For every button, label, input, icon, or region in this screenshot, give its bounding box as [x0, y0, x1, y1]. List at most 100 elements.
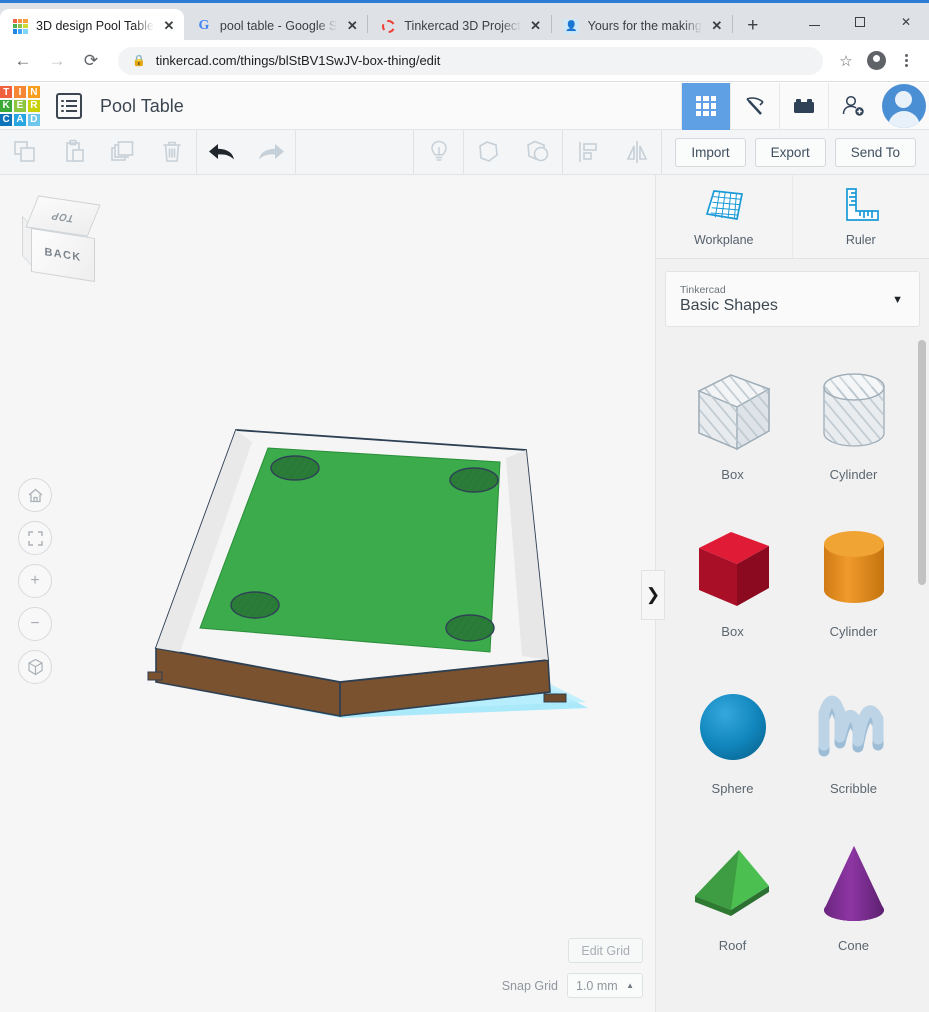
sphere-icon [681, 675, 785, 779]
panel-collapse-handle[interactable]: ❯ [641, 570, 665, 620]
shape-item-cone[interactable]: Cone [793, 816, 914, 969]
pool-table-model[interactable] [140, 420, 590, 740]
lightbulb-icon[interactable] [414, 130, 463, 175]
redo-arrow-icon[interactable] [246, 130, 295, 175]
copy-icon[interactable] [0, 130, 49, 175]
scribble-icon [802, 675, 906, 779]
add-person-icon[interactable] [828, 82, 877, 130]
duplicate-icon[interactable] [98, 130, 147, 175]
cone-icon [802, 832, 906, 936]
page-title[interactable]: Pool Table [100, 96, 184, 117]
ungroup-shapes-icon[interactable] [513, 130, 562, 175]
tinkercad-logo[interactable]: T I N K E R C A D [0, 86, 40, 126]
close-icon[interactable]: ✕ [527, 17, 545, 35]
fit-brackets-icon[interactable] [18, 521, 52, 555]
shape-label: Roof [718, 938, 747, 953]
panel-tools: Workplane Ruler [656, 175, 929, 259]
shapes-scroll-area[interactable]: Box Cylinder Box Cylinder Sphere Scribbl… [656, 337, 929, 1012]
reload-icon[interactable]: ⟳ [76, 46, 106, 76]
shape-item-half-sphere[interactable] [672, 973, 793, 1012]
tabstrip: 3D design Pool Table ✕ G pool table - Go… [0, 6, 767, 43]
list-menu-icon[interactable] [56, 93, 82, 119]
paste-icon[interactable] [49, 130, 98, 175]
bookmark-star-icon[interactable]: ☆ [831, 46, 861, 76]
lock-icon: 🔒 [132, 55, 146, 67]
back-icon[interactable]: ← [8, 46, 38, 76]
cube-icon[interactable] [18, 650, 52, 684]
logo-tile: T [0, 86, 13, 99]
lego-brick-icon[interactable] [779, 82, 828, 130]
close-icon[interactable]: ✕ [160, 17, 178, 35]
close-icon[interactable]: ✕ [343, 17, 361, 35]
align-icon[interactable] [563, 130, 612, 175]
toolbar-actions: Import Export Send To [662, 137, 929, 167]
snap-grid-select[interactable]: 1.0 mm ▲ [567, 973, 643, 998]
browser-tab-1[interactable]: G pool table - Google S ✕ [184, 9, 367, 43]
shape-label: Box [721, 467, 744, 482]
snap-grid-label: Snap Grid [501, 978, 558, 993]
3d-canvas[interactable]: TOP BACK + − Edit Grid Snap Grid 1.0 mm … [0, 175, 655, 1012]
tinkercad-icon [12, 18, 28, 34]
url-input[interactable]: 🔒 tinkercad.com/things/blStBV1SwJV-box-t… [118, 46, 823, 75]
panel-scrollbar[interactable] [918, 340, 926, 1010]
shape-label: Sphere [711, 781, 754, 796]
logo-tile: D [27, 113, 40, 126]
light-tool-group [414, 129, 465, 175]
view-cube[interactable]: TOP BACK [22, 195, 108, 283]
scrollbar-thumb[interactable] [918, 340, 926, 585]
profile-icon[interactable] [861, 46, 891, 76]
shape-item-box-solid[interactable]: Box [672, 502, 793, 655]
view-cube-front-face[interactable]: BACK [31, 227, 95, 283]
zoom-out-icon[interactable]: − [18, 607, 52, 641]
snap-grid-value: 1.0 mm [576, 978, 618, 993]
browser-tab-3[interactable]: 👤 Yours for the making ✕ [552, 9, 732, 43]
trash-icon[interactable] [147, 130, 196, 175]
shape-label: Cylinder [829, 624, 878, 639]
send-to-button[interactable]: Send To [834, 137, 916, 167]
group-shapes-icon[interactable] [464, 130, 513, 175]
mirror-icon[interactable] [612, 130, 661, 175]
forward-icon[interactable]: → [42, 46, 72, 76]
shape-item-roof[interactable]: Roof [672, 816, 793, 969]
export-button[interactable]: Export [754, 137, 826, 167]
tinkercad-ring-icon [380, 18, 396, 34]
minimize-icon[interactable] [791, 6, 837, 38]
ruler-tool[interactable]: Ruler [793, 175, 929, 258]
zoom-in-icon[interactable]: + [18, 564, 52, 598]
browser-tab-2[interactable]: Tinkercad 3D Project ✕ [368, 9, 550, 43]
home-view-icon[interactable] [18, 478, 52, 512]
new-tab-button[interactable]: + [739, 12, 767, 40]
window-close-icon[interactable]: ✕ [883, 6, 929, 38]
library-collection: Basic Shapes [680, 296, 778, 314]
shape-item-text[interactable]: TEXT TEXT [793, 973, 914, 1012]
workplane-tool[interactable]: Workplane [656, 175, 793, 258]
undo-arrow-icon[interactable] [197, 130, 246, 175]
kebab-menu-icon[interactable] [891, 46, 921, 76]
grid-controls: Edit Grid Snap Grid 1.0 mm ▲ [502, 938, 643, 998]
grid-icon[interactable] [681, 82, 730, 130]
view-cube-top-label: TOP [49, 208, 77, 224]
browser-tab-0[interactable]: 3D design Pool Table ✕ [0, 9, 184, 43]
group-tools [464, 129, 564, 175]
browser-tab-title: Yours for the making [587, 19, 702, 33]
shape-library-select[interactable]: Tinkercad Basic Shapes ▼ [665, 271, 920, 327]
browser-tab-bar: 3D design Pool Table ✕ G pool table - Go… [0, 0, 929, 43]
text-shape-icon: TEXT TEXT [802, 997, 906, 1012]
maximize-icon[interactable] [837, 6, 883, 38]
chevron-down-icon: ▼ [892, 294, 903, 306]
pickaxe-icon[interactable] [730, 82, 779, 130]
shape-item-sphere[interactable]: Sphere [672, 659, 793, 812]
shape-label: Cone [837, 938, 870, 953]
shape-item-scribble[interactable]: Scribble [793, 659, 914, 812]
shape-item-cylinder-hole[interactable]: Cylinder [793, 345, 914, 498]
edit-grid-button[interactable]: Edit Grid [568, 938, 643, 963]
canvas-nav-buttons: + − [18, 478, 52, 684]
shape-item-cylinder-solid[interactable]: Cylinder [793, 502, 914, 655]
close-icon[interactable]: ✕ [708, 17, 726, 35]
library-owner: Tinkercad [680, 283, 726, 296]
shape-item-box-hole[interactable]: Box [672, 345, 793, 498]
import-button[interactable]: Import [675, 137, 746, 167]
ruler-label: Ruler [845, 233, 876, 247]
view-cube-front-label: BACK [44, 246, 82, 264]
avatar[interactable] [877, 83, 929, 130]
